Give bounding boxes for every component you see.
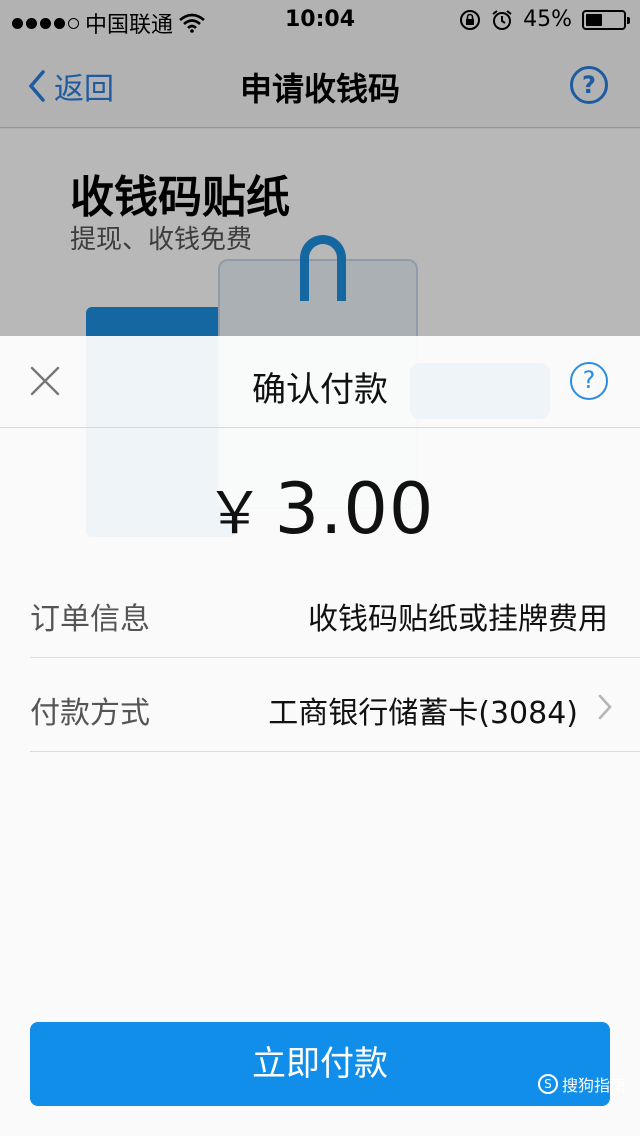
payment-method-row[interactable]: 付款方式 工商银行储蓄卡(3084) [30, 662, 640, 752]
currency-symbol: ￥ [205, 479, 265, 547]
amount-value: 3.00 [274, 468, 435, 550]
sheet-title: 确认付款 [252, 370, 388, 410]
watermark: S 搜狗指南 [537, 1072, 626, 1096]
confirm-payment-sheet: 确认付款 ? ￥ 3.00 订单信息 收钱码贴纸或挂牌费用 付款方式 工商银行储蓄… [0, 336, 640, 1136]
watermark-text: 搜狗指南 [561, 1076, 626, 1095]
order-info-label: 订单信息 [30, 602, 150, 637]
order-info-row: 订单信息 收钱码贴纸或挂牌费用 [30, 568, 640, 658]
chevron-right-icon [598, 694, 612, 720]
pay-now-button[interactable]: 立即付款 [30, 1022, 610, 1106]
sheet-header: 确认付款 ? [0, 336, 640, 428]
order-info-value: 收钱码贴纸或挂牌费用 [308, 602, 608, 637]
payment-amount: ￥ 3.00 [0, 466, 640, 550]
payment-method-value: 工商银行储蓄卡(3084) [268, 696, 578, 731]
sheet-help-icon[interactable]: ? [570, 362, 608, 400]
sogou-logo-icon: S [537, 1074, 558, 1094]
payment-method-label: 付款方式 [30, 696, 150, 731]
